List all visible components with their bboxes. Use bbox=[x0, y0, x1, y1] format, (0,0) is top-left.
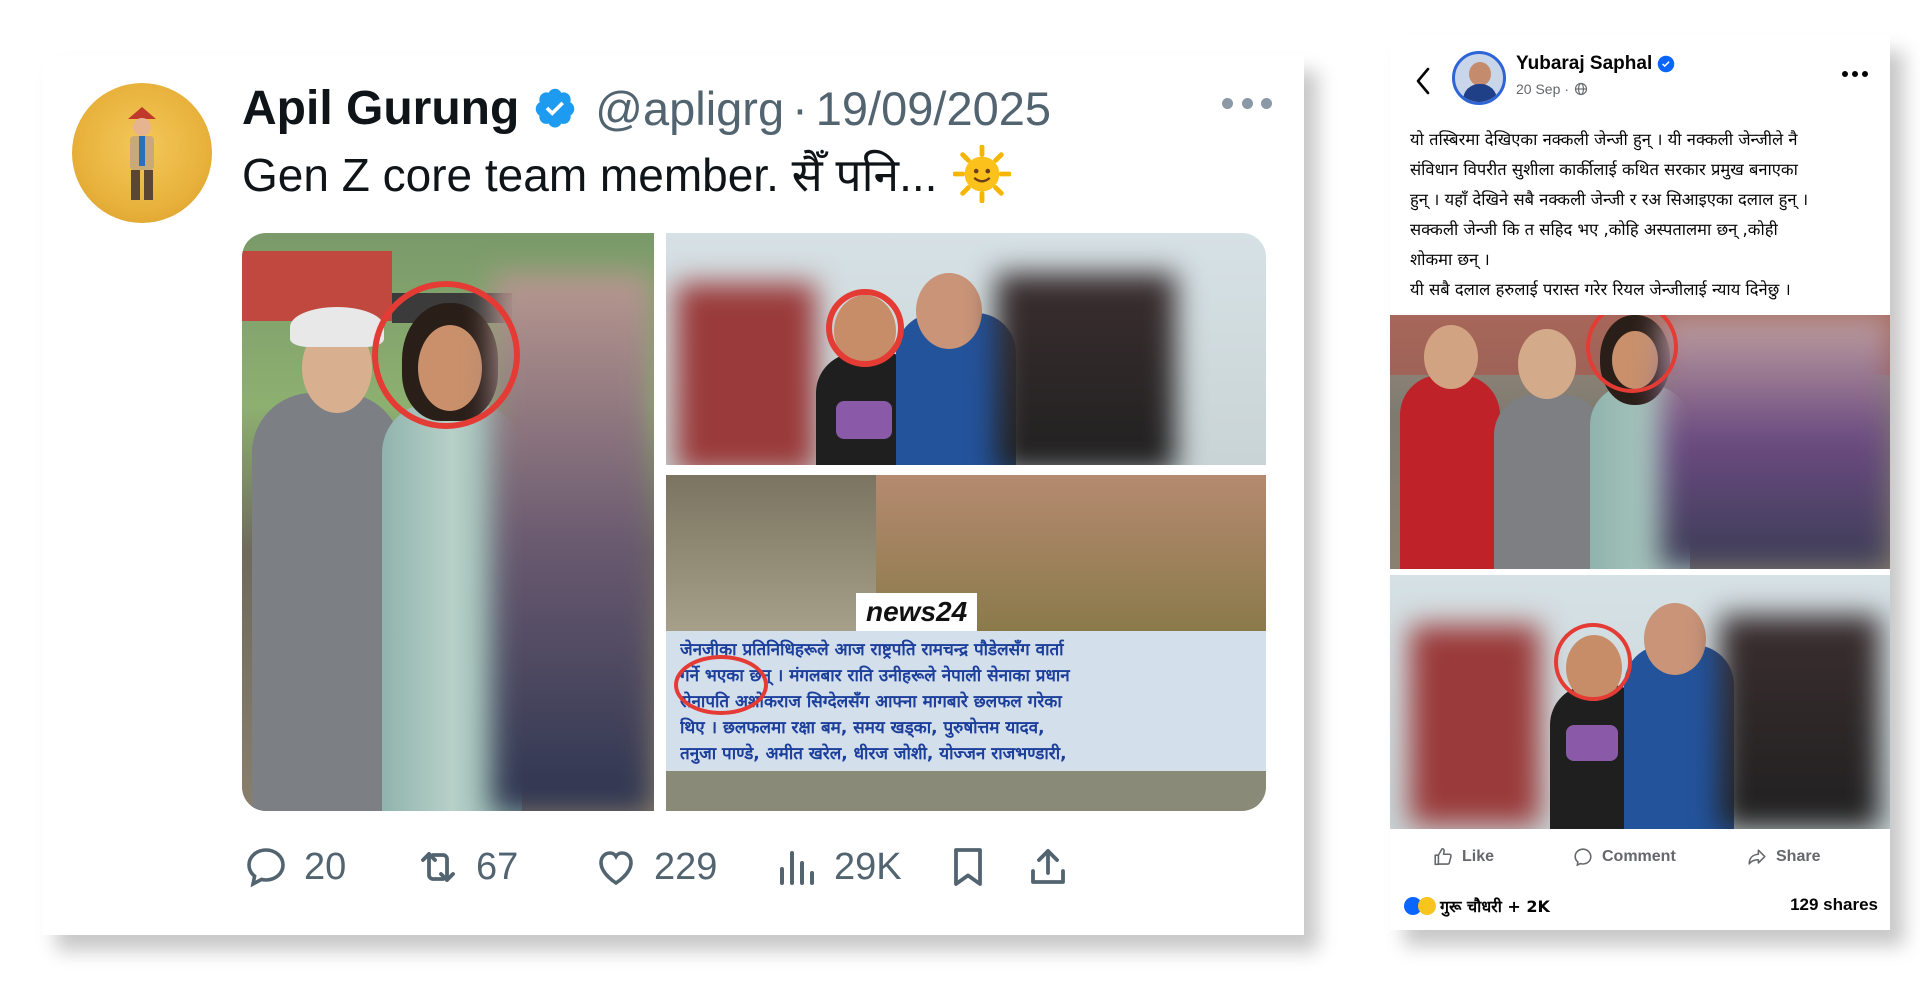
views-chart-icon bbox=[780, 851, 814, 885]
news-channel-logo: news24 bbox=[856, 593, 978, 631]
news-photo-left bbox=[666, 475, 876, 631]
share-upload-icon bbox=[1031, 849, 1065, 884]
avatar-illustration bbox=[128, 107, 156, 200]
tweet-text: Gen Z core team member. सैँ पनि... bbox=[242, 149, 938, 201]
like-count: 229 bbox=[654, 845, 718, 888]
views-button[interactable]: 29K bbox=[772, 835, 902, 899]
fb-post-line: हुन् । यहाँ देखिने सबै नक्कली जेन्जी र र… bbox=[1410, 190, 1809, 209]
comment-bubble-icon bbox=[1574, 848, 1592, 867]
tweet-date[interactable]: 19/09/2025 bbox=[816, 81, 1051, 136]
fb-post-text: यो तस्बिरमा देखिएका नक्कली जेन्जी हुन् ।… bbox=[1410, 125, 1880, 305]
fb-photo-group[interactable] bbox=[1390, 315, 1890, 569]
fb-verified-badge-icon bbox=[1657, 55, 1675, 73]
news-line: तनुजा पाण्डे, अमीत खरेल, धीरज जोशी, योज्… bbox=[680, 744, 1067, 764]
news-line: जेनजीका प्रतिनिधिहरूले आज राष्ट्रपति राम… bbox=[680, 640, 1064, 660]
fb-comment-button[interactable]: Comment bbox=[1572, 835, 1676, 879]
fb-post-date[interactable]: 20 Sep bbox=[1516, 81, 1560, 97]
retweet-count: 67 bbox=[476, 845, 519, 888]
person-red-jacket bbox=[1400, 375, 1500, 569]
person-hair-grey bbox=[290, 307, 384, 347]
fb-meta-separator: · bbox=[1564, 81, 1570, 97]
bookmark-icon bbox=[954, 848, 982, 886]
share-button[interactable] bbox=[1024, 835, 1072, 899]
like-button[interactable]: 229 bbox=[592, 835, 717, 899]
tweet-separator: · bbox=[792, 81, 808, 135]
bookmark-button[interactable] bbox=[944, 835, 992, 899]
thumbs-up-icon bbox=[1434, 847, 1452, 866]
fb-action-bar: Like Comment Share bbox=[1390, 835, 1890, 879]
blurred-person-red bbox=[676, 283, 816, 465]
reply-button[interactable]: 20 bbox=[242, 835, 346, 899]
person-face-5 bbox=[1424, 325, 1478, 389]
highlight-circle bbox=[1554, 623, 1632, 701]
fb-post-line: यो तस्बिरमा देखिएका नक्कली जेन्जी हुन् ।… bbox=[1410, 130, 1798, 149]
retweet-icon bbox=[421, 852, 455, 882]
fb-like-button[interactable]: Like bbox=[1432, 835, 1494, 879]
haha-reaction-icon bbox=[1418, 897, 1436, 915]
fb-footer: गुरू चौधरी + 2K 129 shares bbox=[1390, 889, 1890, 925]
fb-author-name[interactable]: Yubaraj Saphal bbox=[1516, 53, 1652, 75]
tweet-author-avatar[interactable] bbox=[72, 83, 212, 223]
fb-more-options-icon[interactable] bbox=[1842, 71, 1868, 79]
blurred-people bbox=[1660, 315, 1890, 569]
person-face-9 bbox=[1644, 603, 1706, 675]
fb-post-line: सक्कली जेन्जी कि त सहिद भए ,कोहि अस्पताल… bbox=[1410, 220, 1778, 239]
share-arrow-icon bbox=[1748, 849, 1766, 865]
sun-with-face-emoji-icon bbox=[953, 145, 1012, 203]
fb-author-name-row: Yubaraj Saphal bbox=[1516, 53, 1675, 75]
view-count: 29K bbox=[834, 845, 902, 888]
tweet-author-name[interactable]: Apil Gurung bbox=[242, 81, 519, 136]
purple-purse bbox=[836, 401, 892, 439]
heart-icon bbox=[599, 851, 633, 886]
fb-post-line: संविधान विपरीत सुशीला कार्कीलाई कथित सरक… bbox=[1410, 160, 1798, 179]
blurred-person-dark bbox=[1720, 615, 1880, 829]
reply-count: 20 bbox=[304, 845, 347, 888]
facebook-post-card: Yubaraj Saphal 20 Sep · यो तस्बिरमा देखि… bbox=[1390, 35, 1890, 930]
retweet-button[interactable]: 67 bbox=[414, 835, 518, 899]
purple-purse bbox=[1566, 725, 1618, 761]
highlight-circle bbox=[674, 655, 768, 715]
fb-author-avatar[interactable] bbox=[1452, 51, 1506, 105]
fb-post-meta: 20 Sep · bbox=[1516, 81, 1588, 97]
fb-reactions[interactable]: गुरू चौधरी + 2K bbox=[1404, 895, 1550, 917]
tweet-media-collage[interactable]: news24 जेनजीका प्रतिनिधिहरूले आज राष्ट्र… bbox=[242, 233, 1266, 811]
fb-photo-group-2[interactable] bbox=[1390, 575, 1890, 829]
fb-shares-count[interactable]: 129 shares bbox=[1790, 895, 1878, 915]
globe-icon bbox=[1574, 82, 1588, 96]
person-face-6 bbox=[1518, 329, 1576, 399]
fb-share-button[interactable]: Share bbox=[1746, 835, 1820, 879]
person-grey-blazer bbox=[1494, 395, 1604, 569]
news-line: थिए । छलफलमा रक्षा बम, समय खड्का, पुरुषो… bbox=[680, 718, 1045, 738]
fb-reactions-text: गुरू चौधरी + 2K bbox=[1440, 897, 1550, 916]
fb-post-line: शोकमा छन् । bbox=[1410, 250, 1490, 269]
back-arrow-icon[interactable] bbox=[1412, 65, 1434, 97]
blurred-person-dark bbox=[996, 273, 1176, 465]
tweet-text-row: Gen Z core team member. सैँ पनि... bbox=[242, 143, 1012, 205]
reply-icon bbox=[247, 848, 285, 888]
highlight-circle bbox=[372, 281, 520, 429]
tweet-header: Apil Gurung @apligrg · 19/09/2025 bbox=[242, 73, 1051, 143]
fb-comment-label: Comment bbox=[1602, 848, 1676, 865]
news-clip[interactable]: news24 जेनजीका प्रतिनिधिहरूले आज राष्ट्र… bbox=[666, 475, 1266, 811]
photo-group-left[interactable] bbox=[242, 233, 654, 811]
photo-group-right-top[interactable] bbox=[666, 233, 1266, 465]
person-face-4 bbox=[916, 273, 982, 349]
tweet-card: Apil Gurung @apligrg · 19/09/2025 Gen Z … bbox=[42, 55, 1304, 935]
fb-like-label: Like bbox=[1462, 848, 1495, 865]
blurred-person-red bbox=[1410, 625, 1540, 825]
more-options-icon[interactable] bbox=[1222, 93, 1272, 113]
tweet-author-handle[interactable]: @apligrg bbox=[595, 81, 784, 136]
fb-share-label: Share bbox=[1776, 848, 1821, 865]
tweet-action-bar: 20 67 229 29K bbox=[242, 835, 1272, 899]
person-grey-blazer bbox=[252, 393, 402, 811]
verified-badge-icon bbox=[536, 88, 575, 128]
highlight-circle bbox=[826, 289, 904, 367]
fb-post-line: यी सबै दलाल हरुलाई परास्त गरेर रियल जेन्… bbox=[1410, 280, 1791, 299]
